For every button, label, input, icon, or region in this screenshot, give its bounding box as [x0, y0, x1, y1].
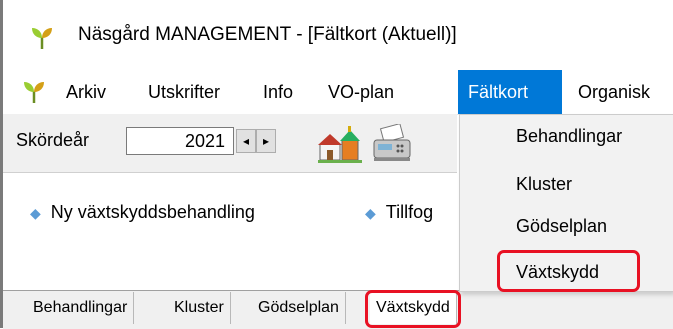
new-spray-treatment-link[interactable]: ◆ Ny växtskyddsbehandling — [30, 202, 255, 223]
window-title: Näsgård MANAGEMENT - [Fältkort (Aktuell)… — [78, 24, 457, 45]
tab-kluster[interactable]: Kluster — [168, 292, 231, 324]
harvest-year-label: Skördeår — [16, 130, 90, 150]
dropdown-item-kluster[interactable]: Kluster — [516, 174, 572, 195]
plant-sprout-icon[interactable] — [22, 80, 46, 104]
add-link[interactable]: ◆ Tillfog — [365, 202, 433, 223]
link-label: Ny växtskyddsbehandling — [50, 202, 255, 222]
bullet-icon: ◆ — [365, 205, 376, 221]
harvest-year-field[interactable]: 2021 — [126, 127, 234, 155]
link-label: Tillfog — [385, 202, 434, 222]
year-increment-button[interactable]: ▸ — [256, 129, 276, 153]
tab-godselplan[interactable]: Gödselplan — [252, 292, 346, 324]
dropdown-item-godselplan[interactable]: Gödselplan — [516, 216, 607, 237]
menu-vo-plan[interactable]: VO-plan — [320, 70, 402, 114]
dropdown-highlight-outline — [497, 250, 640, 292]
action-panel — [3, 172, 457, 291]
tab-highlight-outline — [365, 290, 461, 328]
menu-faltkort[interactable]: Fältkort — [458, 70, 562, 114]
menu-utskrifter[interactable]: Utskrifter — [140, 70, 228, 114]
year-decrement-button[interactable]: ◂ — [236, 129, 256, 153]
tab-behandlingar[interactable]: Behandlingar — [27, 292, 135, 324]
farm-buildings-icon[interactable] — [318, 124, 362, 164]
bullet-icon: ◆ — [30, 205, 41, 221]
fax-machine-icon[interactable] — [370, 123, 414, 164]
menu-arkiv[interactable]: Arkiv — [58, 70, 114, 114]
menu-info[interactable]: Info — [255, 70, 301, 114]
plant-sprout-icon — [30, 26, 54, 50]
menu-organisk[interactable]: Organisk — [570, 70, 658, 114]
dropdown-item-behandlingar[interactable]: Behandlingar — [516, 126, 622, 147]
